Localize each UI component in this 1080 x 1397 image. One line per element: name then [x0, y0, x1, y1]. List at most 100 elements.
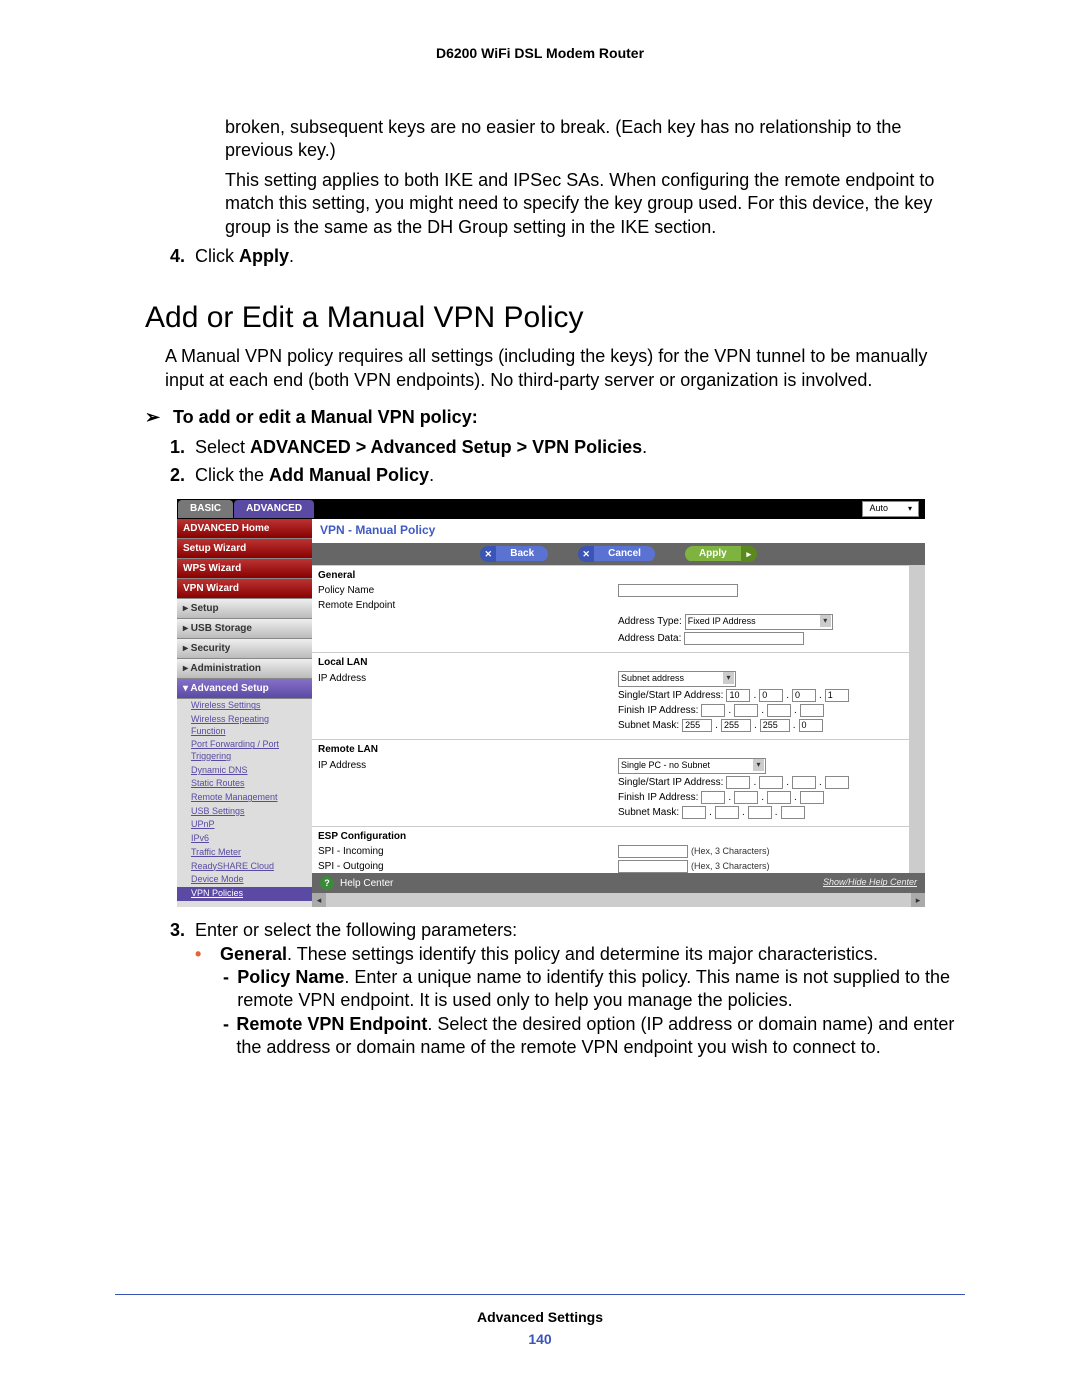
bullet-text: General. These settings identify this po…	[220, 943, 878, 966]
sidebar-item-setup-wizard[interactable]: Setup Wizard	[177, 539, 312, 559]
apply-button[interactable]: Apply▸	[685, 546, 757, 562]
local-start-ip-1[interactable]: 10	[726, 689, 750, 702]
remote-mask-1[interactable]	[682, 806, 706, 819]
local-finish-ip-4[interactable]	[800, 704, 824, 717]
sidebar-sub-wireless-settings[interactable]: Wireless Settings	[177, 699, 312, 713]
sidebar-item-home[interactable]: ADVANCED Home	[177, 519, 312, 539]
task-title: To add or edit a Manual VPN policy:	[173, 406, 478, 429]
scroll-left-icon[interactable]: ◂	[312, 893, 326, 907]
label-spi-outgoing: SPI - Outgoing	[318, 860, 618, 873]
sidebar-sub-readyshare-cloud[interactable]: ReadySHARE Cloud	[177, 860, 312, 874]
address-type-select[interactable]: Fixed IP Address	[685, 614, 833, 630]
remote-start-ip-2[interactable]	[759, 776, 783, 789]
sidebar-sub-dynamic-dns[interactable]: Dynamic DNS	[177, 764, 312, 778]
sidebar-item-advanced-setup[interactable]: ▾ Advanced Setup	[177, 679, 312, 699]
local-finish-ip-3[interactable]	[767, 704, 791, 717]
remote-finish-ip-2[interactable]	[734, 791, 758, 804]
scroll-right-icon[interactable]: ▸	[911, 893, 925, 907]
step-number: 4.	[170, 245, 195, 268]
step-number: 1.	[170, 436, 195, 459]
sidebar-sub-traffic-meter[interactable]: Traffic Meter	[177, 846, 312, 860]
remote-finish-ip-4[interactable]	[800, 791, 824, 804]
doc-header: D6200 WiFi DSL Modem Router	[115, 45, 965, 61]
page-number: 140	[0, 1331, 1080, 1347]
remote-mask-2[interactable]	[715, 806, 739, 819]
sidebar-sub-static-routes[interactable]: Static Routes	[177, 777, 312, 791]
label-single-start-ip: Single/Start IP Address:	[618, 689, 723, 702]
label-address-type: Address Type:	[618, 615, 682, 628]
page-title: VPN - Manual Policy	[312, 519, 925, 543]
sidebar-sub-vpn-policies[interactable]: VPN Policies	[177, 887, 312, 901]
tab-basic[interactable]: BASIC	[178, 500, 233, 518]
step-number: 3.	[170, 919, 195, 942]
label-policy-name: Policy Name	[318, 584, 618, 597]
sidebar-item-administration[interactable]: ▸ Administration	[177, 659, 312, 679]
label-single-start-ip: Single/Start IP Address:	[618, 776, 723, 789]
local-start-ip-4[interactable]: 1	[825, 689, 849, 702]
policy-name-input[interactable]	[618, 584, 738, 597]
sidebar-sub-remote-management[interactable]: Remote Management	[177, 791, 312, 805]
toggle-help-link[interactable]: Show/Hide Help Center	[823, 877, 917, 889]
tab-advanced[interactable]: ADVANCED	[234, 500, 314, 518]
step-text: Enter or select the following parameters…	[195, 919, 517, 942]
sidebar-sub-port-forwarding[interactable]: Port Forwarding / Port Triggering	[177, 738, 312, 763]
dash-icon: -	[223, 966, 237, 1013]
footer-divider	[115, 1294, 965, 1295]
label-ip-address: IP Address	[318, 672, 618, 685]
sidebar-sub-device-mode[interactable]: Device Mode	[177, 873, 312, 887]
remote-mask-3[interactable]	[748, 806, 772, 819]
local-finish-ip-1[interactable]	[701, 704, 725, 717]
spi-out-input[interactable]	[618, 860, 688, 873]
local-mask-2[interactable]: 255	[721, 719, 751, 732]
label-spi-incoming: SPI - Incoming	[318, 845, 618, 858]
auto-refresh-select[interactable]: Auto▾	[862, 501, 919, 517]
step-number: 2.	[170, 464, 195, 487]
remote-finish-ip-3[interactable]	[767, 791, 791, 804]
remote-finish-ip-1[interactable]	[701, 791, 725, 804]
sidebar-sub-upnp[interactable]: UPnP	[177, 818, 312, 832]
local-start-ip-3[interactable]: 0	[792, 689, 816, 702]
bullet-icon: •	[195, 943, 220, 966]
sidebar-item-usb-storage[interactable]: ▸ USB Storage	[177, 619, 312, 639]
cancel-button[interactable]: ✕Cancel	[578, 546, 655, 562]
dash-text: Remote VPN Endpoint. Select the desired …	[236, 1013, 965, 1060]
remote-start-ip-1[interactable]	[726, 776, 750, 789]
sidebar-sub-wireless-repeating[interactable]: Wireless Repeating Function	[177, 713, 312, 738]
help-icon[interactable]: ?	[320, 876, 334, 890]
hint-hex3: (Hex, 3 Characters)	[691, 861, 770, 873]
horizontal-scrollbar[interactable]: ◂ ▸	[312, 893, 925, 907]
section-remote-lan: Remote LAN	[312, 739, 909, 757]
local-mask-4[interactable]: 0	[799, 719, 823, 732]
dash-text: Policy Name. Enter a unique name to iden…	[237, 966, 965, 1013]
address-data-input[interactable]	[684, 632, 804, 645]
local-finish-ip-2[interactable]	[734, 704, 758, 717]
sidebar-item-setup[interactable]: ▸ Setup	[177, 599, 312, 619]
label-remote-endpoint: Remote Endpoint	[318, 599, 618, 612]
sidebar-item-wps-wizard[interactable]: WPS Wizard	[177, 559, 312, 579]
label-subnet-mask: Subnet Mask:	[618, 806, 679, 819]
section-local-lan: Local LAN	[312, 652, 909, 670]
step-text: Select ADVANCED > Advanced Setup > VPN P…	[195, 436, 647, 459]
remote-mask-4[interactable]	[781, 806, 805, 819]
sidebar-item-security[interactable]: ▸ Security	[177, 639, 312, 659]
local-mask-1[interactable]: 255	[682, 719, 712, 732]
remote-ip-type-select[interactable]: Single PC - no Subnet	[618, 758, 766, 774]
spi-in-input[interactable]	[618, 845, 688, 858]
section-general: General	[312, 565, 909, 583]
label-subnet-mask: Subnet Mask:	[618, 719, 679, 732]
local-mask-3[interactable]: 255	[760, 719, 790, 732]
local-ip-type-select[interactable]: Subnet address	[618, 671, 736, 687]
remote-start-ip-4[interactable]	[825, 776, 849, 789]
remote-start-ip-3[interactable]	[792, 776, 816, 789]
step-text: Click Apply.	[195, 245, 294, 268]
task-arrow-icon: ➢	[145, 406, 173, 429]
back-button[interactable]: ✕Back	[480, 546, 548, 562]
paragraph: broken, subsequent keys are no easier to…	[225, 116, 965, 163]
sidebar-sub-usb-settings[interactable]: USB Settings	[177, 805, 312, 819]
help-center-label: Help Center	[340, 877, 393, 890]
sidebar-item-vpn-wizard[interactable]: VPN Wizard	[177, 579, 312, 599]
sidebar-sub-ipv6[interactable]: IPv6	[177, 832, 312, 846]
label-finish-ip: Finish IP Address:	[618, 791, 698, 804]
local-start-ip-2[interactable]: 0	[759, 689, 783, 702]
sidebar: ADVANCED Home Setup Wizard WPS Wizard VP…	[177, 519, 312, 907]
